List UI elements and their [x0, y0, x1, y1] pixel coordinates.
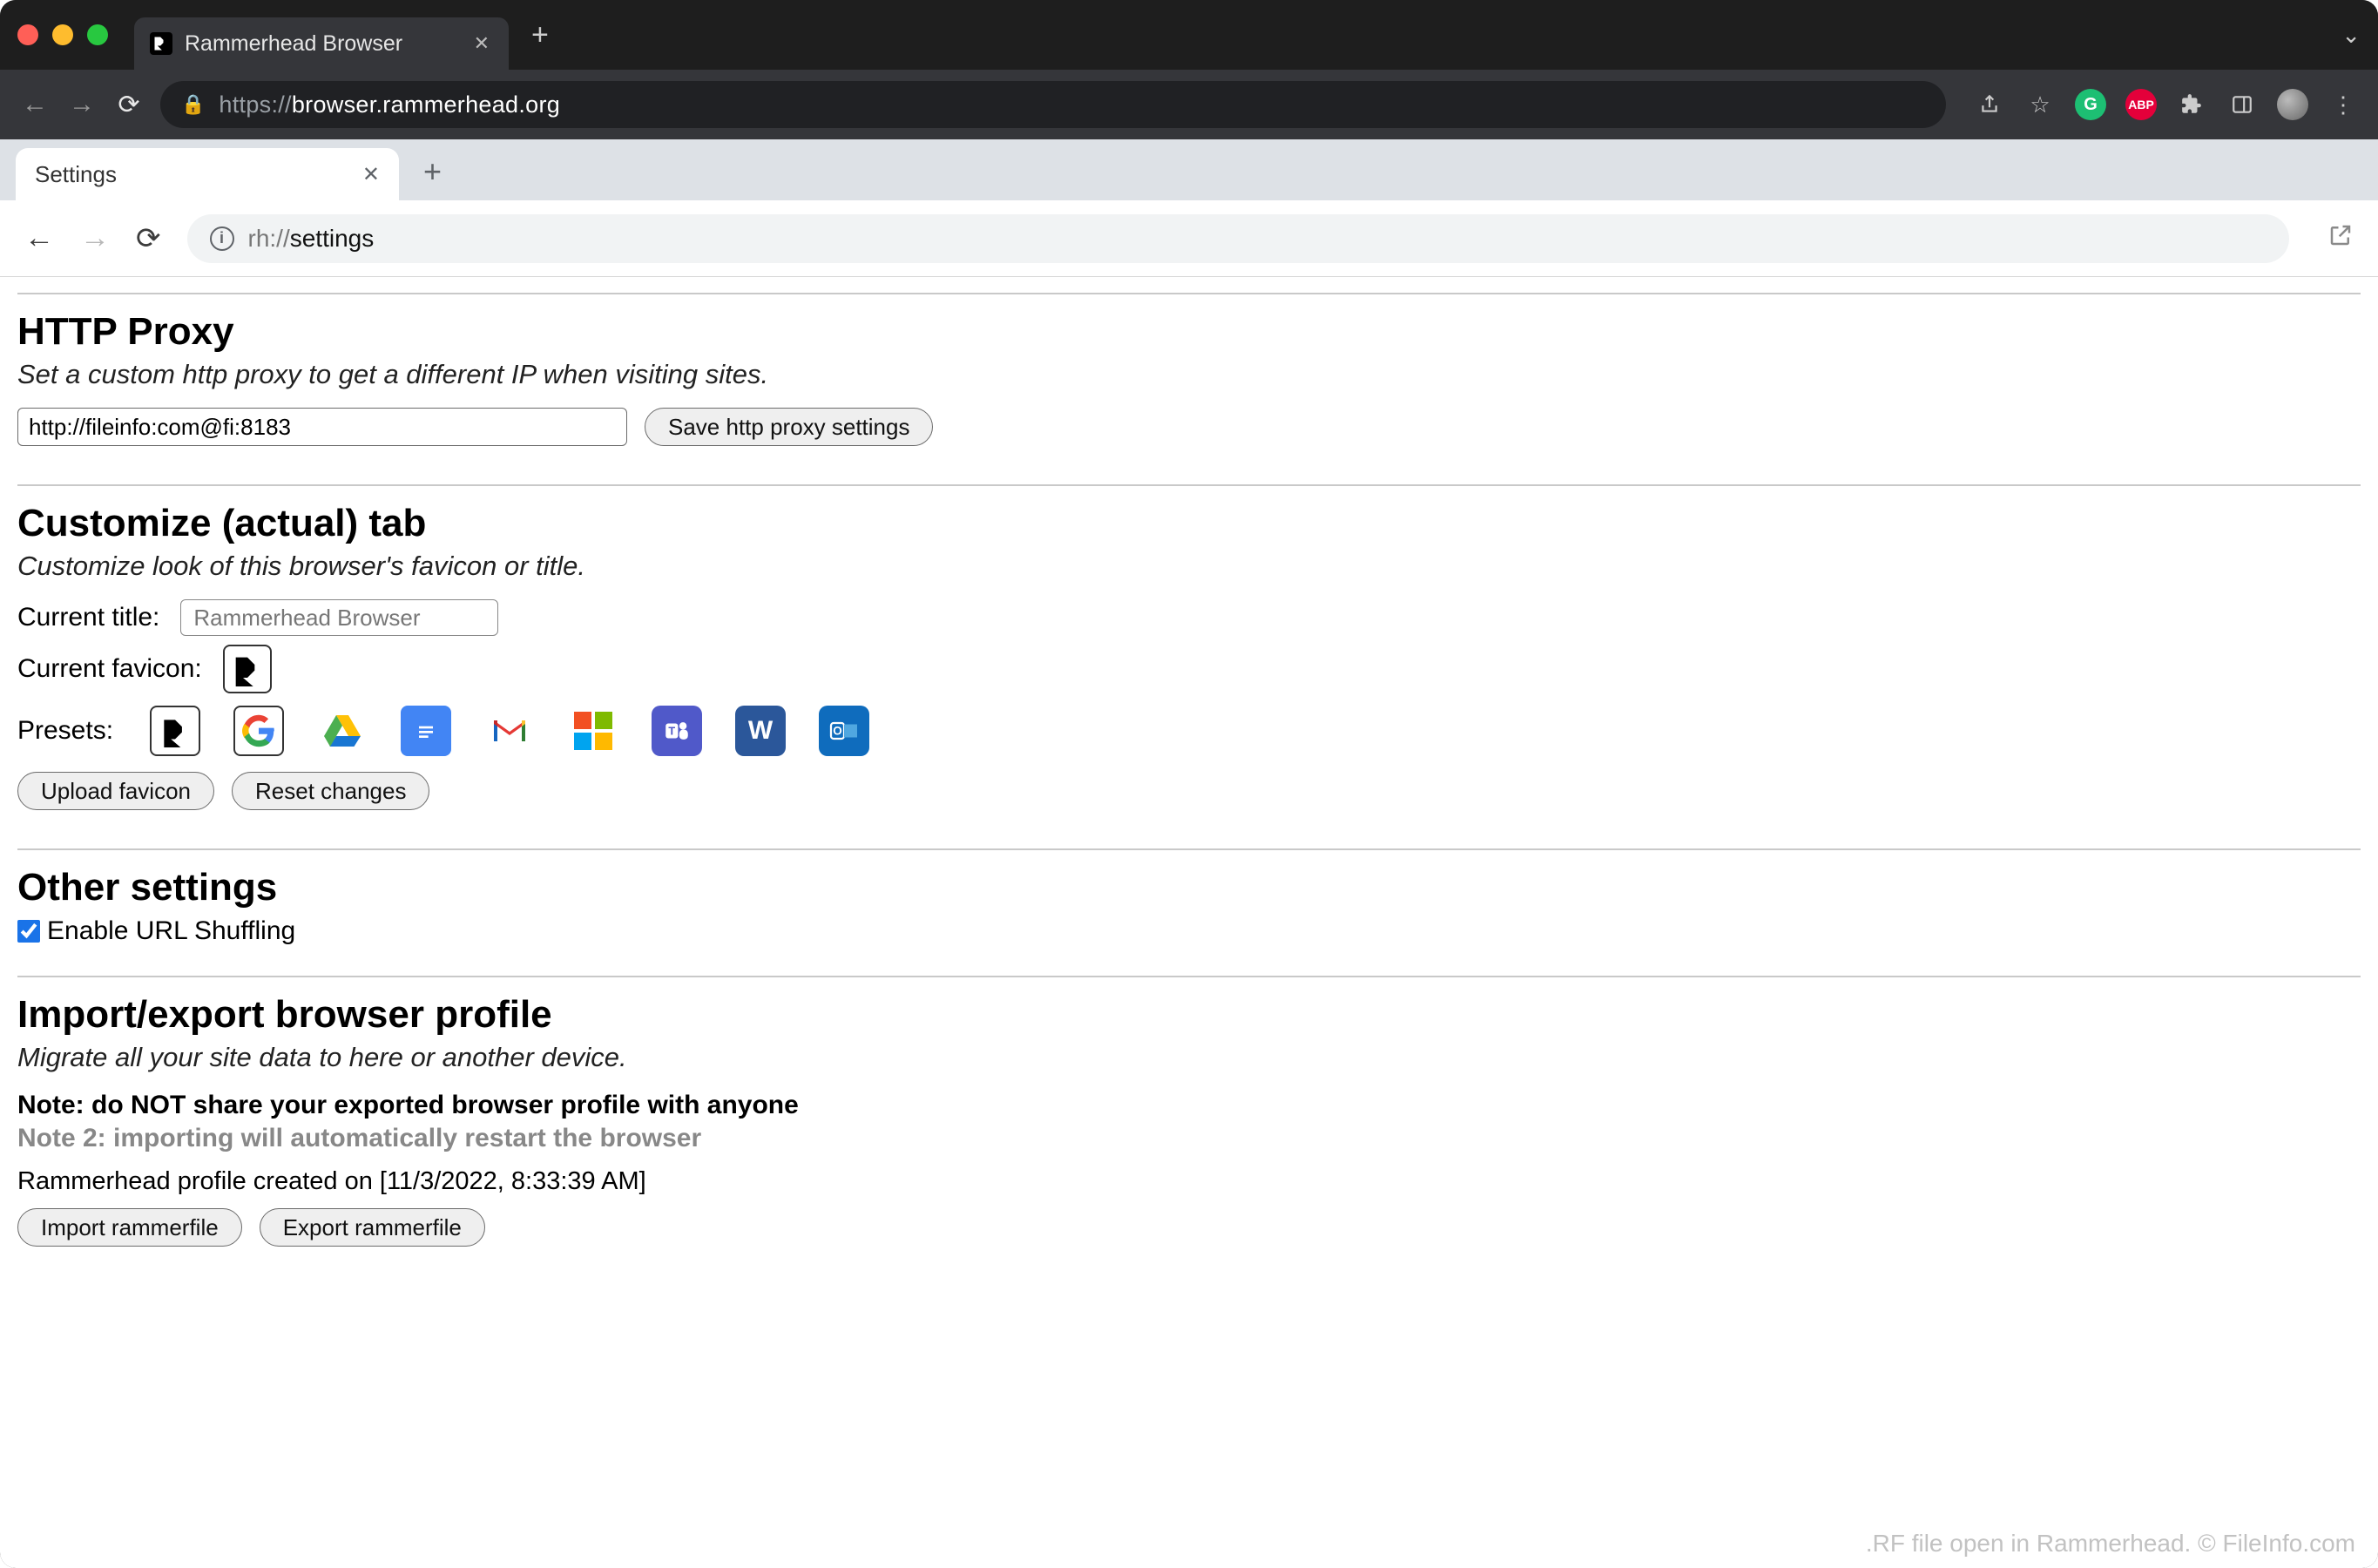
inner-url-scheme: rh:// [248, 225, 290, 252]
import-rammerfile-button[interactable]: Import rammerfile [17, 1208, 242, 1247]
inner-reload-button[interactable]: ⟳ [136, 221, 161, 256]
extensions-puzzle-icon[interactable] [2176, 89, 2207, 120]
upload-favicon-button[interactable]: Upload favicon [17, 772, 214, 810]
save-proxy-button[interactable]: Save http proxy settings [645, 408, 933, 446]
url-shuffling-row[interactable]: Enable URL Shuffling [17, 916, 2361, 946]
current-title-label: Current title: [17, 603, 159, 632]
settings-content: HTTP Proxy Set a custom http proxy to ge… [0, 277, 2378, 1568]
presets-label: Presets: [17, 716, 113, 746]
side-panel-icon[interactable] [2226, 89, 2258, 120]
open-external-icon[interactable] [2327, 222, 2354, 255]
tabs-overview-icon[interactable]: ⌄ [2341, 22, 2361, 49]
url-text: https://browser.rammerhead.org [219, 91, 560, 118]
info-icon: i [210, 226, 234, 251]
svg-text:T: T [668, 724, 675, 737]
profile-created-prefix: Rammerhead profile created on [17, 1167, 380, 1195]
bookmark-star-icon[interactable]: ☆ [2024, 89, 2056, 120]
http-proxy-input[interactable] [17, 408, 627, 446]
url-shuffling-label: Enable URL Shuffling [47, 916, 295, 946]
toolbar-actions: ☆ G ABP ⋮ [1974, 89, 2359, 120]
inner-address-bar[interactable]: i rh://settings [187, 214, 2290, 263]
preset-word[interactable]: W [735, 706, 786, 756]
browser-tab[interactable]: Rammerhead Browser ✕ [134, 17, 509, 70]
inner-back-button[interactable]: ← [24, 221, 54, 255]
extension-grammarly-icon[interactable]: G [2075, 89, 2106, 120]
preset-rammerhead[interactable] [150, 706, 200, 756]
inner-close-tab-icon[interactable]: ✕ [362, 162, 380, 187]
export-rammerfile-button[interactable]: Export rammerfile [260, 1208, 485, 1247]
inner-tabstrip: Settings ✕ + [0, 139, 2378, 200]
inner-tab[interactable]: Settings ✕ [16, 148, 399, 200]
lock-icon: 🔒 [181, 93, 205, 116]
preset-outlook[interactable]: O [819, 706, 869, 756]
share-icon[interactable] [1974, 89, 2005, 120]
svg-text:O: O [833, 725, 842, 738]
customize-desc: Customize look of this browser's favicon… [17, 551, 2361, 582]
page-area: Settings ✕ + ← → ⟳ i rh://settings HTTP … [0, 139, 2378, 1568]
import-export-desc: Migrate all your site data to here or an… [17, 1042, 2361, 1073]
reload-button[interactable]: ⟳ [113, 90, 145, 120]
inner-url-path: settings [290, 225, 375, 252]
maximize-window-icon[interactable] [87, 24, 108, 45]
profile-created-text: Rammerhead profile created on [11/3/2022… [17, 1167, 2361, 1196]
http-proxy-heading: HTTP Proxy [17, 310, 2361, 354]
http-proxy-desc: Set a custom http proxy to get a differe… [17, 359, 2361, 390]
import-export-note1: Note: do NOT share your exported browser… [17, 1091, 2361, 1120]
window-controls [17, 24, 108, 45]
chrome-window: Rammerhead Browser ✕ + ⌄ ← → ⟳ 🔒 https:/… [0, 0, 2378, 1568]
url-scheme: https:// [219, 91, 291, 118]
chrome-titlebar: Rammerhead Browser ✕ + ⌄ [0, 0, 2378, 70]
extension-abp-icon[interactable]: ABP [2125, 89, 2157, 120]
import-export-heading: Import/export browser profile [17, 993, 2361, 1037]
current-favicon-label: Current favicon: [17, 654, 202, 684]
current-favicon-preview [223, 645, 272, 693]
inner-new-tab-button[interactable]: + [423, 153, 442, 190]
url-shuffling-checkbox[interactable] [17, 920, 40, 943]
new-tab-button[interactable]: + [531, 18, 549, 52]
forward-button[interactable]: → [66, 90, 98, 119]
customize-heading: Customize (actual) tab [17, 502, 2361, 545]
watermark-text: .RF file open in Rammerhead. © FileInfo.… [1866, 1530, 2355, 1558]
kebab-menu-icon[interactable]: ⋮ [2327, 89, 2359, 120]
preset-gmail[interactable] [484, 706, 535, 756]
url-host: browser.rammerhead.org [292, 91, 560, 118]
section-other-settings: Other settings Enable URL Shuffling [17, 850, 2361, 976]
reset-changes-button[interactable]: Reset changes [232, 772, 429, 810]
section-http-proxy: HTTP Proxy Set a custom http proxy to ge… [17, 294, 2361, 484]
back-button[interactable]: ← [19, 90, 51, 119]
tab-title: Rammerhead Browser [185, 31, 402, 57]
inner-url: rh://settings [248, 225, 375, 253]
preset-teams[interactable]: T [652, 706, 702, 756]
preset-google-docs[interactable] [401, 706, 451, 756]
inner-toolbar: ← → ⟳ i rh://settings [0, 200, 2378, 277]
current-title-input[interactable] [180, 599, 498, 636]
preset-microsoft[interactable] [568, 706, 618, 756]
profile-created-date: [11/3/2022, 8:33:39 AM] [380, 1167, 646, 1195]
minimize-window-icon[interactable] [52, 24, 73, 45]
close-tab-icon[interactable]: ✕ [474, 32, 490, 55]
preset-google-drive[interactable] [317, 706, 368, 756]
profile-avatar-icon[interactable] [2277, 89, 2308, 120]
section-import-export: Import/export browser profile Migrate al… [17, 977, 2361, 1285]
inner-forward-button[interactable]: → [80, 221, 110, 255]
preset-google[interactable] [233, 706, 284, 756]
section-customize-tab: Customize (actual) tab Customize look of… [17, 486, 2361, 848]
close-window-icon[interactable] [17, 24, 38, 45]
other-settings-heading: Other settings [17, 866, 2361, 909]
import-export-note2: Note 2: importing will automatically res… [17, 1124, 2361, 1153]
tab-favicon-icon [150, 32, 172, 55]
inner-tab-title: Settings [35, 161, 117, 188]
chrome-toolbar: ← → ⟳ 🔒 https://browser.rammerhead.org ☆… [0, 70, 2378, 139]
address-bar[interactable]: 🔒 https://browser.rammerhead.org [160, 81, 1946, 128]
